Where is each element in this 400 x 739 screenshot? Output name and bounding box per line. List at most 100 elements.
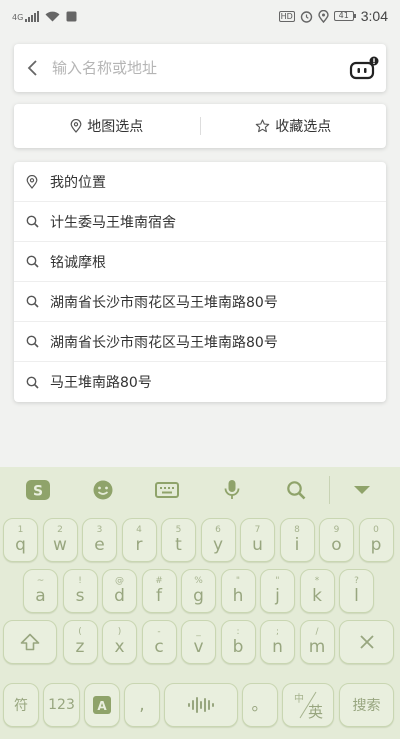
list-item-label: 计生委马王堆南宿舍	[50, 214, 176, 231]
assistant-button[interactable]	[342, 44, 386, 92]
svg-text:S: S	[33, 484, 43, 500]
key-p[interactable]: 0p	[358, 518, 394, 562]
number-key[interactable]: 123	[43, 683, 80, 727]
list-item-label: 马王堆南路80号	[50, 375, 152, 391]
star-icon	[256, 119, 270, 133]
key-row-1: 1q 2w 3e 4r 5t 6y 7u 8i 9o 0p	[0, 518, 400, 564]
key-b[interactable]: :b	[220, 620, 256, 664]
handwriting-icon: A	[93, 696, 111, 714]
back-button[interactable]	[14, 44, 50, 92]
keyboard-toolbar: S	[0, 467, 400, 513]
voice-wave-icon	[188, 697, 214, 713]
robot-icon	[349, 56, 379, 80]
list-item-label: 湖南省长沙市雨花区马王堆南路80号	[50, 294, 278, 311]
key-w[interactable]: 2w	[42, 518, 78, 562]
comma-key[interactable]: ,	[124, 683, 160, 727]
sogou-logo-icon: S	[26, 480, 51, 500]
period-key[interactable]: 。	[242, 683, 278, 727]
handwriting-key[interactable]: A	[84, 683, 120, 727]
emoji-button[interactable]	[71, 467, 136, 513]
location-pin-icon	[26, 174, 38, 189]
delete-key[interactable]	[339, 620, 394, 664]
key-n[interactable]: ; n	[260, 620, 295, 664]
history-item[interactable]: 马王堆南路80号	[14, 362, 386, 402]
key-m[interactable]: / m	[299, 620, 335, 664]
key-e[interactable]: 3e	[82, 518, 117, 562]
microphone-icon	[224, 480, 240, 499]
location-status-icon	[318, 9, 329, 23]
key-h[interactable]: " h	[220, 569, 256, 613]
key-l[interactable]: ? l	[339, 569, 374, 613]
network-label: 4G	[12, 12, 24, 22]
key-u[interactable]: 7u	[240, 518, 275, 562]
language-key[interactable]: 中 英	[282, 683, 334, 727]
key-x[interactable]: ) x	[102, 620, 137, 664]
key-v[interactable]: _ v	[181, 620, 216, 664]
svg-text:A: A	[97, 699, 107, 713]
key-r[interactable]: 4r	[121, 518, 157, 562]
location-pin-icon	[70, 119, 82, 133]
signal-icon	[25, 10, 40, 22]
key-t[interactable]: 5t	[161, 518, 196, 562]
key-o[interactable]: 9o	[319, 518, 354, 562]
collapse-keyboard-button[interactable]	[330, 467, 395, 513]
symbol-key[interactable]: 符	[3, 683, 39, 727]
key-d[interactable]: @ d	[102, 569, 137, 613]
chevron-left-icon	[27, 60, 37, 76]
key-row-2: ~ a ! s @ d # f % g " h " j * k ? l	[0, 569, 400, 615]
key-c[interactable]: -c	[141, 620, 177, 664]
search-icon	[26, 215, 39, 228]
search-icon	[26, 376, 39, 389]
key-i[interactable]: 8i	[279, 518, 315, 562]
collapse-icon	[353, 486, 370, 494]
key-j[interactable]: " j	[260, 569, 295, 613]
list-item-label: 湖南省长沙市雨花区马王堆南路80号	[50, 334, 278, 351]
history-item[interactable]: 计生委马王堆南宿舍	[14, 202, 386, 242]
image-icon	[66, 11, 77, 21]
status-right: HD 41 3:04	[278, 8, 388, 24]
key-a[interactable]: ~ a	[23, 569, 58, 613]
sogou-menu-button[interactable]: S	[6, 467, 71, 513]
emoji-icon	[93, 480, 113, 500]
key-f[interactable]: # f	[141, 569, 177, 613]
keyboard-switch-button[interactable]	[135, 467, 200, 513]
alarm-icon	[300, 10, 312, 23]
list-item-label: 我的位置	[50, 174, 106, 191]
key-g[interactable]: % g	[181, 569, 216, 613]
my-location-item[interactable]: 我的位置	[14, 162, 386, 202]
status-left: 4G	[12, 10, 77, 22]
key-y[interactable]: 6y	[200, 518, 236, 562]
space-key[interactable]	[164, 683, 238, 727]
search-key[interactable]: 搜索	[339, 683, 394, 727]
favorite-pick-label: 收藏选点	[275, 119, 332, 135]
keyboard-icon	[155, 482, 180, 498]
list-item-label: 铭诚摩根	[50, 254, 106, 271]
key-k[interactable]: * k	[299, 569, 335, 613]
key-q[interactable]: 1q	[3, 518, 38, 562]
suggestion-list: 我的位置 计生委马王堆南宿舍 铭诚摩根 湖南省长沙市雨花区马王堆南路80号 湖南…	[14, 162, 386, 402]
history-item[interactable]: 铭诚摩根	[14, 242, 386, 282]
status-time: 3:04	[360, 8, 388, 24]
key-row-3: (z ) x -c _ v :b ; n / m	[0, 620, 400, 666]
favorite-pick-button[interactable]: 收藏选点	[201, 104, 387, 148]
voice-input-button[interactable]	[200, 467, 265, 513]
status-bar: 4G HD 41 3:04	[0, 0, 400, 32]
search-input[interactable]	[50, 59, 342, 77]
map-pick-button[interactable]: 地图选点	[14, 104, 200, 148]
history-item[interactable]: 湖南省长沙市雨花区马王堆南路80号	[14, 282, 386, 322]
delete-icon	[359, 635, 374, 649]
keyboard: S 1q 2w 3e 4r 5t 6y 7u 8i 9o 0p ~a !s	[0, 467, 400, 739]
search-icon	[26, 295, 39, 308]
key-s[interactable]: ! s	[62, 569, 98, 613]
history-item[interactable]: 湖南省长沙市雨花区马王堆南路80号	[14, 322, 386, 362]
hd-badge: HD	[278, 10, 295, 22]
search-icon	[287, 481, 306, 500]
keyboard-search-button[interactable]	[264, 467, 329, 513]
battery-icon: 41	[333, 11, 356, 21]
key-row-4: 符 123 A , 。 中 英 搜索	[0, 683, 400, 729]
shift-key[interactable]	[3, 620, 57, 664]
search-icon	[26, 335, 39, 348]
shift-icon	[20, 633, 40, 651]
search-icon	[26, 255, 39, 268]
key-z[interactable]: (z	[62, 620, 98, 664]
